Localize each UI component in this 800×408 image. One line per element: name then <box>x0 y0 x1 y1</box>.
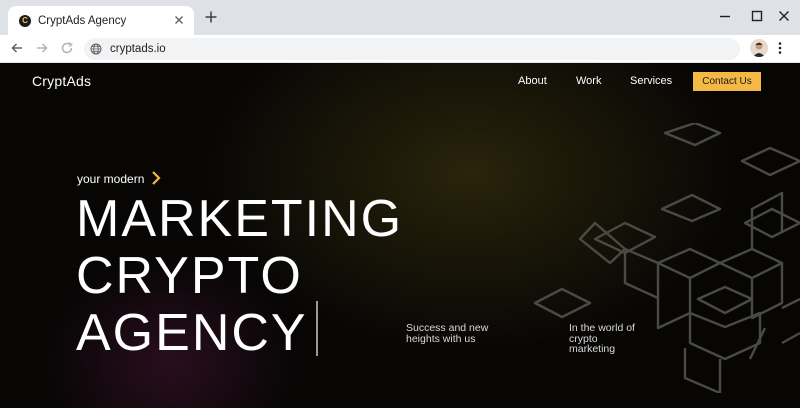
hero-headline-line-1: MARKETING <box>76 190 404 248</box>
back-arrow-icon[interactable] <box>10 41 24 55</box>
tagline-right: In the world of crypto marketing <box>569 322 635 355</box>
browser-toolbar: cryptads.io <box>0 35 800 63</box>
hero-headline-line-3: AGENCY <box>76 304 308 362</box>
nav-link-work[interactable]: Work <box>576 75 601 87</box>
favicon-icon: C <box>19 14 31 27</box>
browser-tab-bar: C CryptAds Agency <box>0 0 800 35</box>
hero-eyebrow: your modern <box>77 172 145 186</box>
contact-us-button[interactable]: Contact Us <box>693 72 761 91</box>
nav-link-about[interactable]: About <box>518 75 547 87</box>
hero-headline-line-2: CRYPTO <box>76 247 303 305</box>
page-viewport: CryptAds About Work Services Contact Us <box>0 63 800 408</box>
reload-icon[interactable] <box>60 41 74 55</box>
menu-dots-icon[interactable] <box>776 41 784 55</box>
nav-link-services[interactable]: Services <box>630 75 672 87</box>
geometric-pattern <box>533 123 800 393</box>
forward-arrow-icon[interactable] <box>35 41 49 55</box>
minimize-icon[interactable] <box>718 9 732 23</box>
url-text: cryptads.io <box>110 43 166 55</box>
maximize-icon[interactable] <box>750 9 764 23</box>
address-bar[interactable]: cryptads.io <box>84 38 740 60</box>
avatar[interactable] <box>750 39 768 57</box>
plus-icon[interactable] <box>203 9 219 25</box>
chevron-right-icon <box>152 171 161 185</box>
site-logo[interactable]: CryptAds <box>32 73 91 89</box>
globe-icon <box>90 43 102 55</box>
tab-title: CryptAds Agency <box>38 14 127 27</box>
text-cursor <box>316 301 318 356</box>
close-icon[interactable] <box>777 9 791 23</box>
tagline-left: Success and new heights with us <box>406 322 489 345</box>
close-icon[interactable] <box>172 13 186 27</box>
browser-tab[interactable]: C CryptAds Agency <box>8 6 194 35</box>
